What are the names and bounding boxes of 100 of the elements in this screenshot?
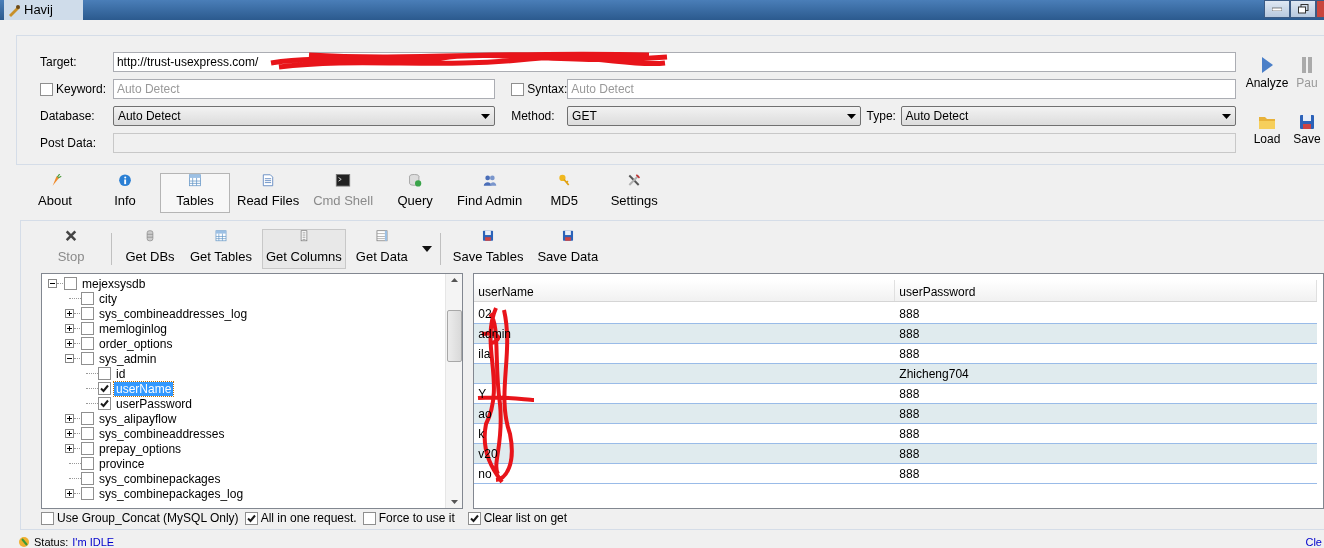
- tree-item[interactable]: sys_combinepackages_log: [97, 486, 246, 501]
- tab[interactable]: Query: [380, 173, 451, 213]
- checkbox[interactable]: [81, 427, 94, 440]
- method-dropdown[interactable]: GET: [567, 106, 861, 126]
- column-header[interactable]: userName: [474, 280, 896, 301]
- field-label: Syntax:: [527, 81, 568, 98]
- checkbox[interactable]: [98, 397, 111, 410]
- toolbar-button[interactable]: Get Tables: [186, 229, 256, 269]
- checkbox[interactable]: [81, 337, 94, 350]
- expander-icon[interactable]: [65, 354, 74, 363]
- checkbox[interactable]: [81, 472, 94, 485]
- checkbox[interactable]: [81, 442, 94, 455]
- toolbar-button[interactable]: Save Data: [533, 229, 603, 269]
- checkbox[interactable]: [511, 82, 525, 96]
- caret-icon: [846, 113, 856, 119]
- checkbox[interactable]: [98, 382, 111, 395]
- table-cell: Zhicheng704: [899, 367, 969, 381]
- expander-icon[interactable]: [48, 279, 57, 288]
- tab[interactable]: Tables: [160, 173, 230, 213]
- scrollbar[interactable]: [445, 274, 463, 508]
- table-cell: 888: [899, 447, 920, 461]
- target-field[interactable]: http://trust-usexpress.com/: [112, 52, 1236, 72]
- checkbox[interactable]: [467, 511, 481, 525]
- checkbox[interactable]: [244, 511, 258, 525]
- tab[interactable]: Read Files: [230, 173, 307, 213]
- checkbox[interactable]: [362, 511, 376, 525]
- status-value: I'm IDLE: [72, 536, 115, 548]
- tree-item[interactable]: sys_combineaddresses_log: [97, 306, 250, 321]
- tab[interactable]: Info: [90, 173, 160, 213]
- expander-icon[interactable]: [65, 489, 74, 498]
- scrollbar-thumb[interactable]: [446, 310, 462, 362]
- document-icon: [261, 174, 276, 187]
- tree-item[interactable]: prepay_options: [97, 441, 184, 456]
- toolbar-button[interactable]: Save: [1294, 114, 1320, 164]
- checkbox[interactable]: [81, 412, 94, 425]
- expander-icon[interactable]: [65, 339, 74, 348]
- tree-item[interactable]: sys_combinepackages: [97, 471, 223, 486]
- tree-item[interactable]: id: [114, 366, 128, 381]
- tree-item[interactable]: sys_admin: [97, 351, 159, 366]
- checkbox[interactable]: [81, 292, 94, 305]
- table-row[interactable]: no 888: [474, 464, 1317, 484]
- caret-icon: [421, 246, 432, 252]
- restore-button[interactable]: [1290, 0, 1316, 18]
- column-header[interactable]: userPassword: [895, 280, 1317, 301]
- toolbar-button[interactable]: Load: [1244, 114, 1290, 164]
- tree-item[interactable]: sys_combineaddresses: [97, 426, 227, 441]
- tree-item[interactable]: mejexsysdb: [80, 276, 148, 291]
- table-cell: 888: [899, 387, 920, 401]
- folder-icon: [1258, 114, 1276, 130]
- type-dropdown[interactable]: Auto Detect: [900, 106, 1236, 126]
- field-label: Database:: [40, 108, 96, 125]
- checkbox[interactable]: [41, 511, 54, 525]
- expander-icon[interactable]: [65, 429, 74, 438]
- tree-item[interactable]: memloginlog: [97, 321, 170, 336]
- toolbar-button[interactable]: Get Data: [351, 229, 412, 269]
- expander-icon[interactable]: [65, 414, 74, 423]
- checkbox[interactable]: [64, 277, 77, 290]
- expander-icon[interactable]: [65, 309, 74, 318]
- table-cell: no: [478, 467, 492, 481]
- clear-link[interactable]: Cle: [1305, 536, 1322, 548]
- checkbox[interactable]: [98, 367, 111, 380]
- expander-icon[interactable]: [65, 444, 74, 453]
- caret-icon: [481, 113, 491, 119]
- checkbox[interactable]: [81, 307, 94, 320]
- tab[interactable]: About: [20, 173, 90, 213]
- toolbar-button[interactable]: Get DBs: [120, 229, 180, 269]
- keyword-field[interactable]: Auto Detect: [112, 79, 496, 99]
- tree-item[interactable]: sys_alipayflow: [97, 411, 179, 426]
- tree-item[interactable]: province: [97, 456, 147, 471]
- tree-item[interactable]: userPassword: [114, 396, 195, 411]
- caret-icon: [1222, 113, 1231, 119]
- scroll-down-icon[interactable]: [450, 500, 458, 504]
- database-icon: [407, 174, 424, 187]
- database-dropdown[interactable]: Auto Detect: [112, 106, 496, 126]
- field-label: Method:: [511, 108, 556, 125]
- tree-item[interactable]: order_options: [97, 336, 175, 351]
- checkbox[interactable]: [81, 352, 94, 365]
- scroll-up-icon[interactable]: [450, 278, 458, 282]
- app-icon: [7, 3, 21, 17]
- table-row[interactable]: Zhicheng704: [474, 364, 1317, 384]
- checkbox[interactable]: [40, 82, 53, 96]
- checkbox[interactable]: [81, 322, 94, 335]
- table-cell: 888: [899, 307, 920, 321]
- option-label: Use Group_Concat (MySQL Only): [57, 511, 239, 525]
- tree-item[interactable]: city: [97, 291, 119, 306]
- terminal-icon: [335, 174, 352, 187]
- expander-icon[interactable]: [65, 324, 74, 333]
- toolbar-button[interactable]: Save Tables: [448, 229, 528, 269]
- tools-icon: [626, 174, 643, 187]
- close-icon: [63, 230, 79, 242]
- checkbox[interactable]: [81, 487, 94, 500]
- checkbox[interactable]: [81, 457, 94, 470]
- status-icon: [18, 536, 30, 548]
- syntax-field[interactable]: Auto Detect: [567, 79, 1236, 99]
- toolbar-button[interactable]: Analyze: [1244, 56, 1290, 108]
- tab[interactable]: Find Admin: [450, 173, 530, 213]
- tab[interactable]: MD5: [529, 173, 600, 213]
- toolbar-button[interactable]: Get Columns: [261, 229, 346, 269]
- minimize-button[interactable]: [1264, 0, 1290, 18]
- tab[interactable]: Settings: [599, 173, 670, 213]
